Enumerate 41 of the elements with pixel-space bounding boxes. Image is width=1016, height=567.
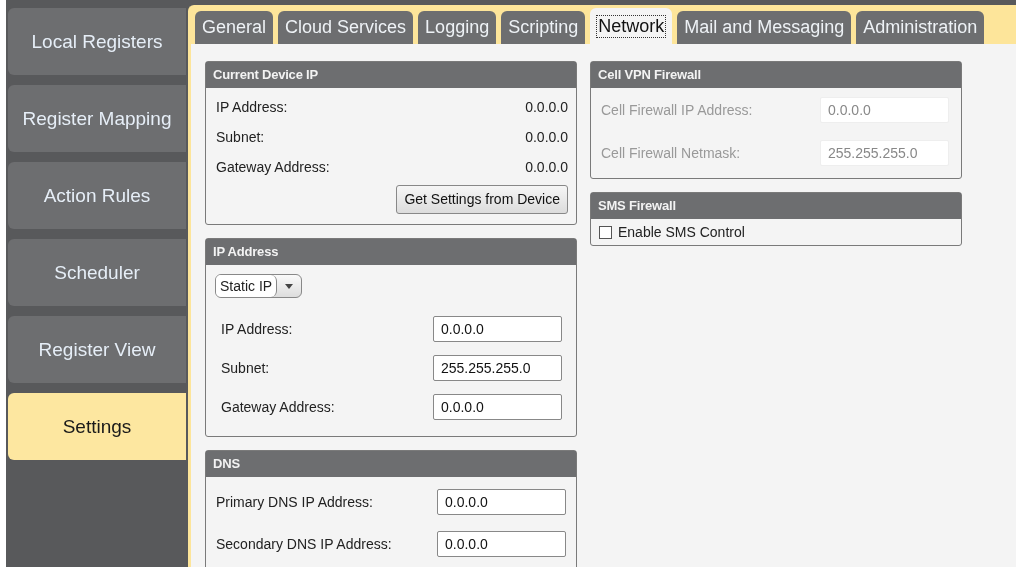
field-label: Gateway Address: (221, 398, 335, 415)
panel-header: IP Address (206, 239, 576, 265)
tab[interactable]: Network (590, 8, 673, 44)
get-settings-button[interactable]: Get Settings from Device (396, 184, 568, 214)
panel-header: Current Device IP (206, 62, 576, 88)
mode-dropdown[interactable]: Static IP (215, 274, 303, 298)
field-value: 0.0.0.0 (525, 159, 568, 175)
tab[interactable]: Logging (418, 11, 497, 44)
panel-header: Cell VPN Firewall (591, 62, 961, 88)
panel-header: SMS Firewall (591, 193, 961, 219)
field-value: 0.0.0.0 (525, 99, 568, 115)
field-label: Cell Firewall Netmask: (601, 144, 741, 161)
checkbox-label[interactable]: Enable SMS Control (618, 224, 745, 240)
sidebar-item[interactable]: Scheduler (8, 239, 186, 306)
field-value: 0.0.0.0 (525, 129, 568, 145)
sidebar-item[interactable]: Register Mapping (8, 85, 186, 152)
input-field[interactable]: 0.0.0.0 (437, 531, 566, 557)
input-field[interactable]: 255.255.255.0 (433, 354, 562, 381)
sidebar-item[interactable]: Register View (8, 316, 186, 383)
sidebar-item[interactable]: Settings (8, 393, 186, 460)
sidebar-item[interactable]: Local Registers (8, 8, 186, 75)
panel-header: DNS (206, 451, 576, 477)
field-label: Subnet: (221, 359, 270, 376)
input-field[interactable]: 0.0.0.0 (433, 315, 562, 342)
sidebar-item[interactable]: Action Rules (8, 162, 186, 229)
field-label: Gateway Address: (216, 159, 330, 175)
field-label: IP Address: (221, 320, 293, 337)
tab[interactable]: Administration (856, 11, 985, 44)
tab[interactable]: General (195, 11, 274, 44)
caret-icon (285, 283, 294, 289)
checkbox[interactable] (599, 225, 612, 239)
input-field[interactable]: 0.0.0.0 (437, 489, 566, 515)
tab[interactable]: Cloud Services (278, 11, 414, 44)
tab[interactable]: Mail and Messaging (677, 11, 852, 44)
tab[interactable]: Scripting (501, 11, 586, 44)
input-field[interactable]: 0.0.0.0 (433, 393, 562, 420)
field-label: Cell Firewall IP Address: (601, 101, 753, 118)
field-label: Subnet: (216, 129, 265, 145)
field-label: Primary DNS IP Address: (216, 494, 373, 510)
field-label: IP Address: (216, 99, 288, 115)
field-label: Secondary DNS IP Address: (216, 536, 392, 552)
